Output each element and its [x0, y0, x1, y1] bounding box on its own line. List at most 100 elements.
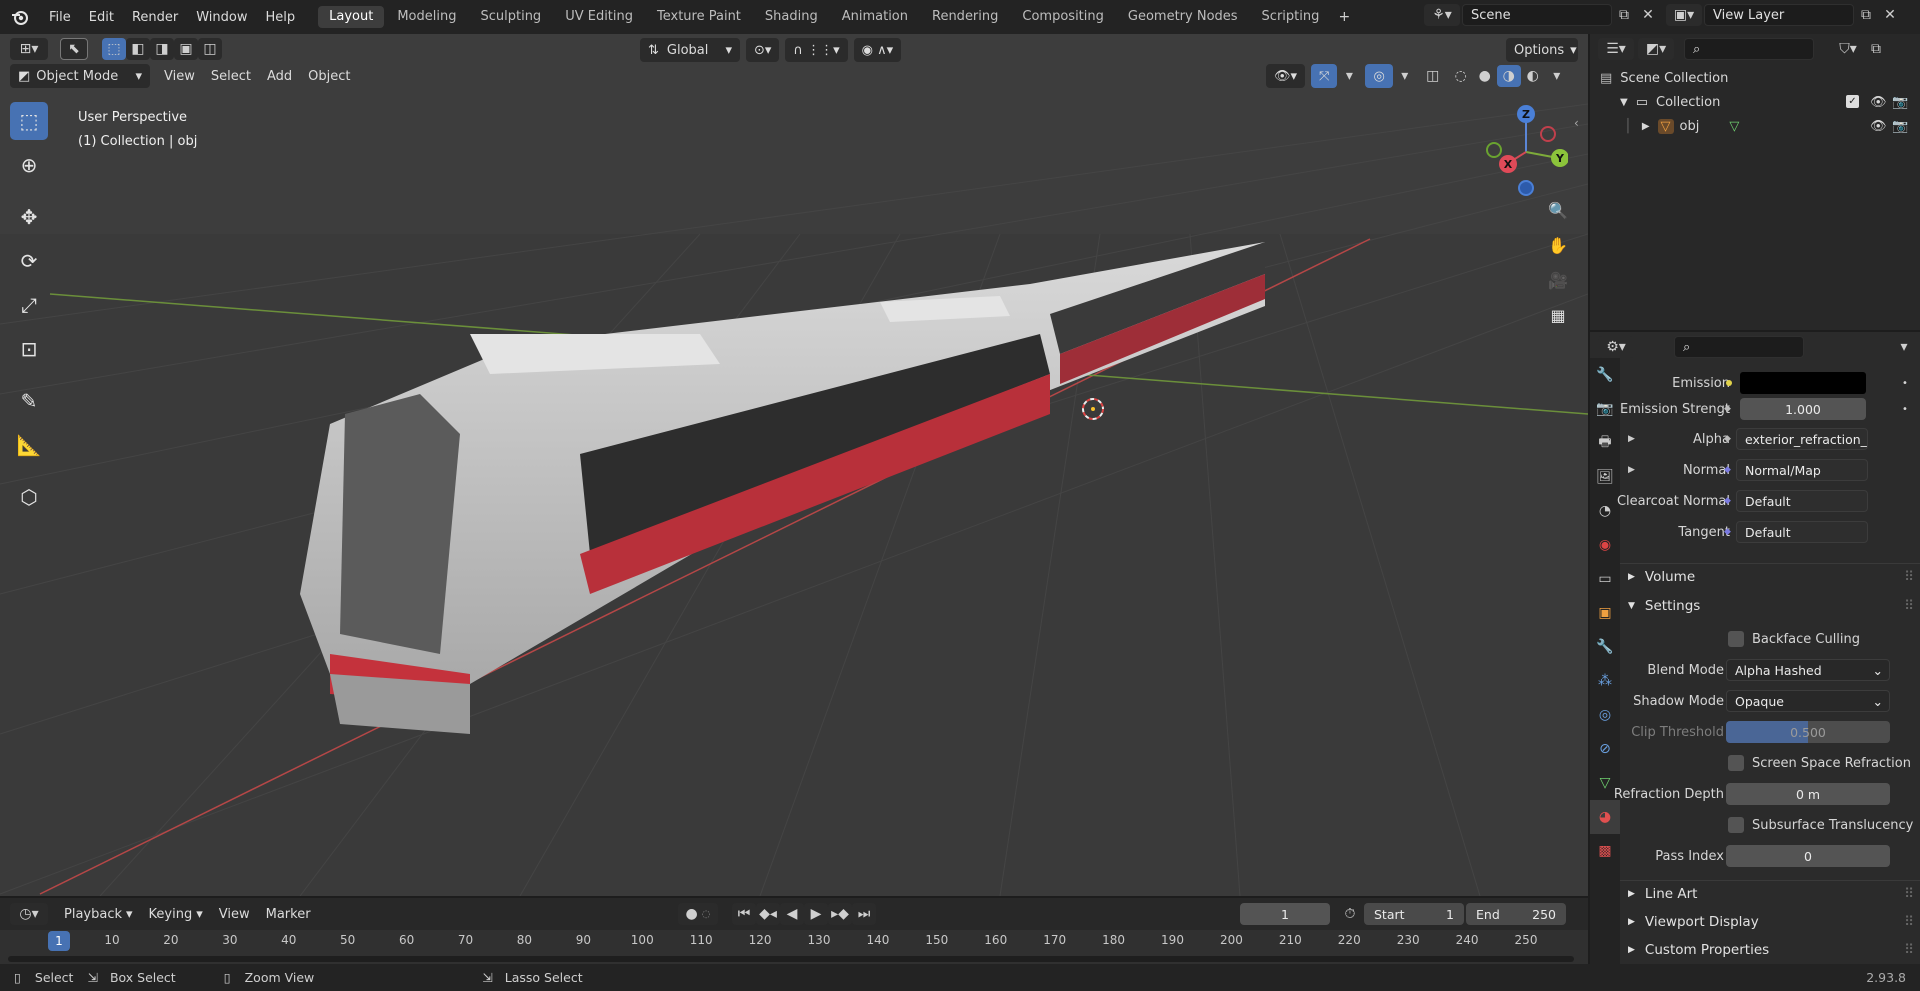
annotate-tool-icon[interactable]: ✎ — [10, 382, 48, 420]
disclosure-triangle-icon[interactable]: ▶ — [1642, 121, 1650, 132]
current-frame-field[interactable]: 1 — [1240, 903, 1330, 925]
line-art-panel-header[interactable]: ▶ Line Art ⠿ — [1620, 880, 1920, 906]
visibility-icon[interactable]: 👁▾ — [1266, 64, 1306, 88]
disclosure-triangle-icon[interactable]: ▼ — [1620, 97, 1628, 108]
socket-diamond-icon[interactable]: ◆ — [1724, 404, 1731, 414]
chevron-down-icon[interactable]: ▾ — [1337, 65, 1361, 87]
tab-compositing[interactable]: Compositing — [1011, 6, 1115, 28]
move-tool-icon[interactable]: ✥ — [10, 198, 48, 236]
tab-animation[interactable]: Animation — [831, 6, 919, 28]
scene-browse-icon[interactable]: ⚘▾ — [1424, 4, 1460, 26]
camera-icon[interactable]: 📷 — [1892, 95, 1908, 110]
view-layer-browse-icon[interactable]: ▣▾ — [1666, 4, 1702, 26]
texture-tab-icon[interactable]: ▩ — [1590, 834, 1620, 868]
new-collection-icon[interactable]: ⧉ — [1864, 38, 1888, 60]
tangent-field[interactable]: Default — [1736, 521, 1868, 543]
gizmo-toggle-icon[interactable]: ⤧ — [1311, 64, 1338, 88]
normal-link-field[interactable]: Normal/Map — [1736, 459, 1868, 481]
socket-dot-icon[interactable] — [1726, 380, 1732, 386]
view-layer-remove-icon[interactable]: ✕ — [1878, 4, 1902, 26]
options-dropdown[interactable]: Options ▾ — [1506, 38, 1578, 62]
timeline-view-menu[interactable]: View — [211, 902, 258, 926]
start-frame-field[interactable]: Start 1 — [1364, 903, 1464, 925]
timeline-editor-type-icon[interactable]: ◷▾ — [10, 903, 48, 925]
menu-object[interactable]: Object — [300, 64, 358, 88]
subsurface-translucency-checkbox[interactable] — [1728, 817, 1744, 833]
play-icon[interactable]: ▶ — [804, 903, 828, 925]
gizmo-x-negative[interactable] — [1540, 126, 1556, 142]
playhead[interactable]: 1 — [48, 931, 70, 951]
eye-icon[interactable]: 👁 — [1870, 119, 1887, 134]
view-layer-tab-icon[interactable]: 🖼 — [1590, 460, 1620, 494]
gizmo-z-negative[interactable] — [1518, 180, 1534, 196]
view-layer-copy-icon[interactable]: ⧉ — [1854, 4, 1878, 26]
select-box-tool-icon[interactable]: ⬚ — [10, 102, 48, 140]
world-tab-icon[interactable]: ◉ — [1590, 528, 1620, 562]
display-mode-icon[interactable]: ◩▾ — [1638, 38, 1674, 60]
drag-handle-icon[interactable]: ⠿ — [1904, 886, 1914, 902]
chevron-down-icon[interactable]: ▾ — [1393, 65, 1417, 87]
end-frame-field[interactable]: End 250 — [1466, 903, 1566, 925]
view-layer-field[interactable]: View Layer — [1704, 4, 1854, 26]
transform-orientation-dropdown[interactable]: ⇅ Global ▾ — [640, 38, 740, 62]
scene-field[interactable]: Scene — [1462, 4, 1612, 26]
keyframe-dot-icon[interactable]: • — [1902, 378, 1908, 389]
outliner-editor-type-icon[interactable]: ☰▾ — [1598, 38, 1634, 60]
proportional-edit-icon[interactable]: ◉ ∧▾ — [853, 38, 902, 62]
properties-editor-type-icon[interactable]: ⚙▾ — [1598, 336, 1634, 358]
blender-logo-icon[interactable] — [0, 6, 40, 28]
shadow-mode-dropdown[interactable]: Opaque ⌄ — [1726, 690, 1890, 712]
timeline-scrollbar[interactable] — [8, 956, 1574, 962]
tab-uv-editing[interactable]: UV Editing — [554, 6, 644, 28]
rendered-shading-icon[interactable]: ◐ — [1521, 65, 1545, 87]
backface-culling-row[interactable]: Backface Culling — [1620, 626, 1920, 652]
mesh-data-icon[interactable]: ▽ — [1729, 119, 1739, 134]
cursor-tool-icon[interactable]: ⊕ — [10, 146, 48, 184]
menu-view[interactable]: View — [156, 64, 203, 88]
rotate-tool-icon[interactable]: ⟳ — [10, 242, 48, 280]
chevron-down-icon[interactable]: ▾ — [1545, 65, 1569, 87]
constraints-tab-icon[interactable]: ⊘ — [1590, 732, 1620, 766]
menu-window[interactable]: Window — [187, 0, 256, 34]
tab-layout[interactable]: Layout — [318, 6, 385, 28]
drag-handle-icon[interactable]: ⠿ — [1904, 914, 1914, 930]
emission-color-swatch[interactable] — [1740, 372, 1866, 394]
render-tab-icon[interactable]: 📷 — [1590, 392, 1620, 426]
menu-select[interactable]: Select — [203, 64, 259, 88]
stopwatch-icon[interactable]: ⏱ — [1338, 903, 1362, 925]
blend-mode-dropdown[interactable]: Alpha Hashed ⌄ — [1726, 659, 1890, 681]
tab-texture-paint[interactable]: Texture Paint — [646, 6, 752, 28]
pass-index-field[interactable]: 0 — [1726, 845, 1890, 867]
pivot-point-icon[interactable]: ⊙▾ — [746, 38, 780, 62]
menu-edit[interactable]: Edit — [80, 0, 123, 34]
tab-scripting[interactable]: Scripting — [1251, 6, 1331, 28]
select-invert-icon[interactable]: ▣ — [174, 38, 198, 60]
material-tab-icon[interactable]: ◕ — [1590, 800, 1620, 834]
camera-icon[interactable]: 📷 — [1892, 119, 1908, 134]
volume-panel-header[interactable]: ▶ Volume ⠿ — [1620, 563, 1920, 589]
particles-tab-icon[interactable]: ⁂ — [1590, 664, 1620, 698]
select-intersect-icon[interactable]: ◫ — [198, 38, 222, 60]
material-preview-shading-icon[interactable]: ◑ — [1496, 65, 1521, 87]
filter-icon[interactable]: ⛉▾ — [1836, 38, 1860, 60]
scene-collection-row[interactable]: ▤ Scene Collection — [1590, 66, 1920, 90]
outliner-search-input[interactable]: ⌕ — [1684, 38, 1814, 60]
wireframe-shading-icon[interactable]: ◌ — [1449, 65, 1473, 87]
properties-search-input[interactable]: ⌕ — [1674, 336, 1804, 358]
keying-menu[interactable]: Keying ▾ — [141, 902, 211, 926]
add-cube-tool-icon[interactable]: ⬡ — [10, 478, 48, 516]
tab-sculpting[interactable]: Sculpting — [469, 6, 552, 28]
scene-remove-icon[interactable]: ✕ — [1636, 4, 1660, 26]
drag-handle-icon[interactable]: ⠿ — [1904, 569, 1914, 585]
playback-menu[interactable]: Playback ▾ — [56, 902, 141, 926]
add-workspace-icon[interactable]: + — [1332, 6, 1356, 28]
tab-shading[interactable]: Shading — [754, 6, 829, 28]
editor-type-icon[interactable]: ⊞▾ — [10, 38, 48, 60]
3d-viewport[interactable]: ⊞▾ ⬉ ⬚ ◧ ◨ ▣ ◫ ⇅ Global ▾ ⊙▾ ∩ ⋮⋮▾ ◉ ∧▾ … — [0, 34, 1588, 896]
output-tab-icon[interactable]: 🖶 — [1590, 426, 1620, 460]
expand-triangle-icon[interactable]: ▶ — [1628, 434, 1635, 444]
collection-row[interactable]: ▼ ▭ Collection ✓ 👁 📷 — [1590, 90, 1920, 114]
scale-tool-icon[interactable]: ⤢ — [10, 286, 48, 324]
scene-copy-icon[interactable]: ⧉ — [1612, 4, 1636, 26]
solid-shading-icon[interactable]: ● — [1473, 65, 1497, 87]
